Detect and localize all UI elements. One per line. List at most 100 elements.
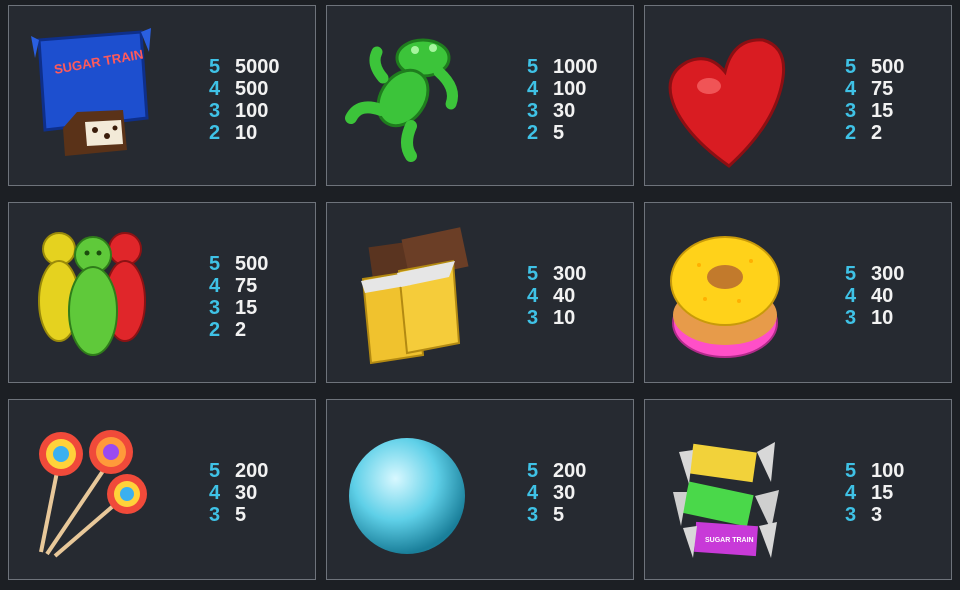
wrapper-brand-text: SUGAR TRAIN [705,537,754,544]
payout-amount: 10 [553,307,576,329]
payout-amount: 300 [553,263,587,285]
pay-row: 4 75 [209,275,268,297]
payout-amount: 5 [553,122,565,144]
payout-amount: 15 [871,100,894,122]
pay-list: 5 300 4 40 3 10 [527,263,586,329]
match-count: 3 [845,307,857,329]
paytable-cell: 5 500 4 75 3 15 22 [644,5,952,186]
pay-row: 5 100 [845,460,904,482]
payout-amount: 75 [871,78,894,100]
payout-amount: 300 [871,263,905,285]
payout-amount: 200 [235,460,269,482]
match-count: 5 [845,56,857,78]
pay-row: 22 [845,122,904,144]
match-count: 3 [527,100,539,122]
match-count: 2 [209,122,221,144]
match-count: 3 [527,307,539,329]
match-count: 3 [209,100,221,122]
pay-row: 3 10 [527,307,586,329]
pay-row: 5 300 [845,263,904,285]
paytable-cell: 5 300 4 40 3 10 [326,202,634,383]
pay-row: 4 100 [527,78,598,100]
payout-amount: 3 [871,504,883,526]
pay-list: 5 100 4 15 33 [845,460,904,526]
wrapped-taffy-icon: SUGAR TRAIN [659,412,789,567]
match-count: 2 [845,122,857,144]
payout-amount: 500 [871,56,905,78]
paytable-grid: SUGAR TRAIN 5 5000 4 500 3 100 2 10 5 10… [0,0,960,590]
payout-amount: 500 [235,78,269,100]
pay-row: 4 30 [209,482,268,504]
payout-amount: 5 [235,504,247,526]
payout-amount: 5000 [235,56,280,78]
match-count: 3 [845,100,857,122]
paytable-cell: SUGAR TRAIN 5 100 4 15 33 [644,399,952,580]
payout-amount: 100 [235,100,269,122]
payout-amount: 200 [553,460,587,482]
payout-amount: 30 [553,100,576,122]
paytable-cell: 5 300 4 40 3 10 [644,202,952,383]
paytable-cell: 5 200 4 30 35 [326,399,634,580]
match-count: 5 [527,56,539,78]
payout-amount: 100 [871,460,905,482]
pay-list: 5 1000 4 100 3 30 25 [527,56,598,144]
match-count: 5 [845,460,857,482]
payout-amount: 30 [235,482,258,504]
paytable-cell: 5 200 4 30 35 [8,399,316,580]
payout-amount: 15 [235,297,258,319]
pay-row: 25 [527,122,598,144]
paytable-cell: SUGAR TRAIN 5 5000 4 500 3 100 2 10 [8,5,316,186]
pay-list: 5 200 4 30 35 [527,460,586,526]
paytable-cell: 5 1000 4 100 3 30 25 [326,5,634,186]
sugar-train-candy-bar-icon: SUGAR TRAIN [23,18,153,173]
pay-row: 3 10 [845,307,904,329]
pay-row: 4 15 [845,482,904,504]
payout-amount: 30 [553,482,576,504]
payout-amount: 10 [235,122,258,144]
gummy-bears-icon [23,215,153,370]
match-count: 4 [845,285,857,307]
pay-row: 4 30 [527,482,586,504]
match-count: 3 [209,504,221,526]
pay-row: 4 500 [209,78,280,100]
pay-row: 35 [527,504,586,526]
match-count: 5 [527,263,539,285]
match-count: 3 [209,297,221,319]
green-gummy-frog-icon [341,18,471,173]
pay-row: 35 [209,504,268,526]
match-count: 5 [845,263,857,285]
payout-amount: 1000 [553,56,598,78]
payout-amount: 5 [553,504,565,526]
pay-row: 5 1000 [527,56,598,78]
payout-amount: 500 [235,253,269,275]
match-count: 4 [527,78,539,100]
pay-row: 4 40 [527,285,586,307]
pay-row: 5 500 [209,253,268,275]
match-count: 5 [527,460,539,482]
pay-row: 3 15 [209,297,268,319]
pay-list: 5 300 4 40 3 10 [845,263,904,329]
pay-row: 5 300 [527,263,586,285]
blue-gumball-icon [341,412,471,567]
pay-row: 5 200 [527,460,586,482]
payout-amount: 100 [553,78,587,100]
payout-amount: 40 [871,285,894,307]
pay-row: 22 [209,319,268,341]
pay-row: 5 200 [209,460,268,482]
pay-row: 3 100 [209,100,280,122]
pay-row: 33 [845,504,904,526]
pay-row: 3 15 [845,100,904,122]
pay-list: 5 200 4 30 35 [209,460,268,526]
red-jelly-heart-icon [659,18,789,173]
pay-row: 4 75 [845,78,904,100]
payout-amount: 40 [553,285,576,307]
pay-list: 5 5000 4 500 3 100 2 10 [209,56,280,144]
match-count: 3 [845,504,857,526]
pay-list: 5 500 4 75 3 15 22 [845,56,904,144]
chocolate-bars-icon [341,215,471,370]
match-count: 4 [209,78,221,100]
match-count: 5 [209,460,221,482]
payout-amount: 15 [871,482,894,504]
match-count: 2 [527,122,539,144]
match-count: 4 [845,482,857,504]
